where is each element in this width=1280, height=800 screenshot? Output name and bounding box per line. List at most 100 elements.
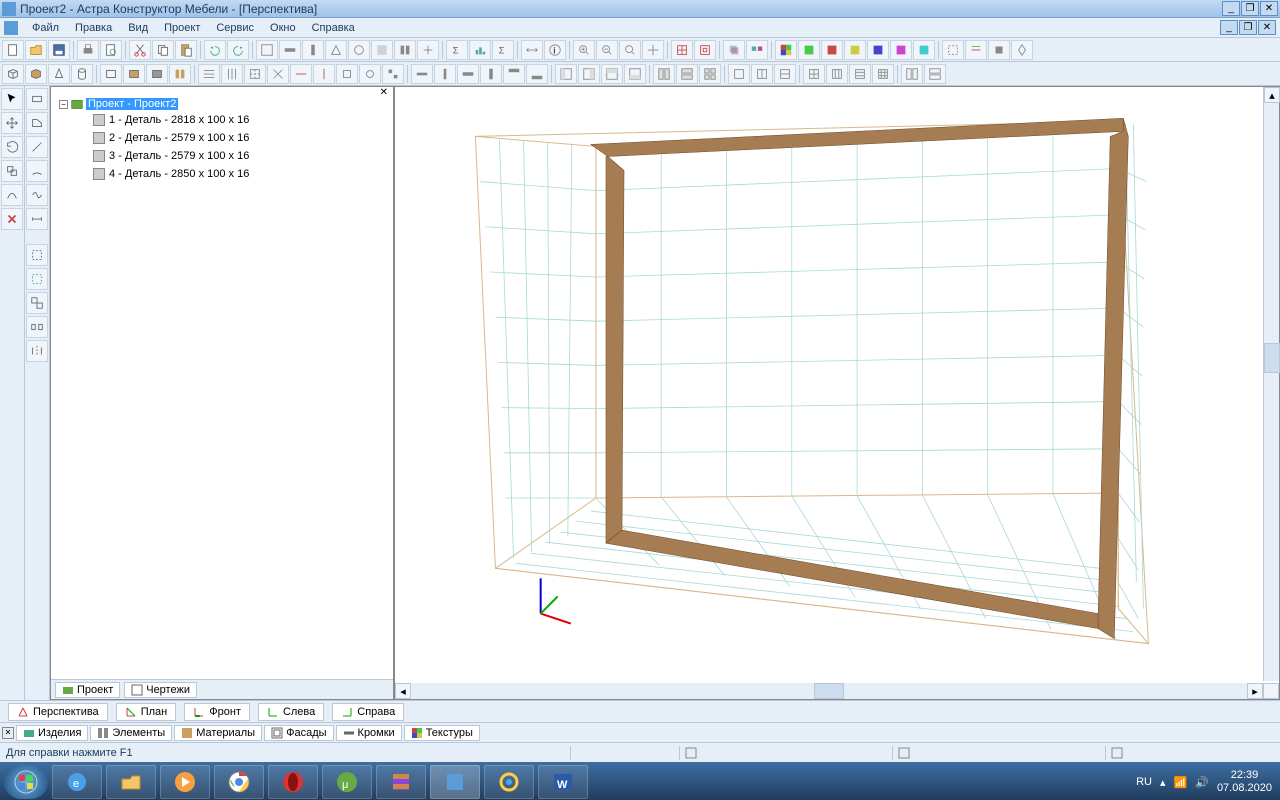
ui-icon[interactable] bbox=[555, 64, 577, 84]
zoom-out-icon[interactable] bbox=[596, 40, 618, 60]
tree-collapse-icon[interactable]: − bbox=[59, 100, 68, 109]
ui-icon[interactable] bbox=[676, 64, 698, 84]
sum-icon[interactable]: Σ bbox=[492, 40, 514, 60]
mirror-icon[interactable] bbox=[26, 340, 48, 362]
scroll-up-icon[interactable]: ▴ bbox=[1264, 87, 1280, 103]
tree-root-label[interactable]: Проект - Проект2 bbox=[86, 98, 178, 110]
print-icon[interactable] bbox=[77, 40, 99, 60]
tree-item[interactable]: 3 - Деталь - 2579 x 100 x 16 bbox=[93, 147, 389, 165]
tray-volume-icon[interactable]: 🔊 bbox=[1195, 776, 1209, 789]
misc-icon[interactable] bbox=[942, 40, 964, 60]
save-icon[interactable] bbox=[48, 40, 70, 60]
panel-icon[interactable] bbox=[146, 64, 168, 84]
panel-icon[interactable] bbox=[123, 64, 145, 84]
menu-edit[interactable]: Правка bbox=[67, 20, 120, 36]
edge-icon[interactable] bbox=[434, 64, 456, 84]
sel-icon[interactable] bbox=[26, 268, 48, 290]
tree-tab-drawings[interactable]: Чертежи bbox=[124, 682, 197, 698]
align-icon[interactable] bbox=[313, 64, 335, 84]
curve2-icon[interactable] bbox=[26, 184, 48, 206]
tool-icon[interactable] bbox=[256, 40, 278, 60]
taskbar-app[interactable] bbox=[484, 765, 534, 799]
align-icon[interactable] bbox=[359, 64, 381, 84]
dim-icon[interactable] bbox=[521, 40, 543, 60]
print-preview-icon[interactable] bbox=[100, 40, 122, 60]
ui-icon[interactable] bbox=[826, 64, 848, 84]
cube-icon[interactable] bbox=[25, 64, 47, 84]
panel-close-icon[interactable]: ✕ bbox=[377, 87, 391, 98]
bottom-tab-facades[interactable]: Фасады bbox=[264, 725, 333, 741]
sel-icon[interactable] bbox=[26, 244, 48, 266]
taskbar-word[interactable]: W bbox=[538, 765, 588, 799]
align-icon[interactable] bbox=[336, 64, 358, 84]
ui-icon[interactable] bbox=[728, 64, 750, 84]
color-icon[interactable] bbox=[821, 40, 843, 60]
zoom-fit-icon[interactable] bbox=[619, 40, 641, 60]
scroll-right-icon[interactable]: ▸ bbox=[1247, 683, 1263, 699]
bottom-tab-materials[interactable]: Материалы bbox=[174, 725, 262, 741]
bottom-tab-edges[interactable]: Кромки bbox=[336, 725, 402, 741]
taskbar-ie[interactable]: e bbox=[52, 765, 102, 799]
vertical-scrollbar[interactable]: ▴ bbox=[1263, 87, 1279, 681]
menu-project[interactable]: Проект bbox=[156, 20, 208, 36]
menu-view[interactable]: Вид bbox=[120, 20, 156, 36]
pan-icon[interactable] bbox=[642, 40, 664, 60]
cylinder-icon[interactable] bbox=[71, 64, 93, 84]
ui-icon[interactable] bbox=[803, 64, 825, 84]
move-icon[interactable] bbox=[1, 112, 23, 134]
tool-icon[interactable] bbox=[279, 40, 301, 60]
bottom-tab-elements[interactable]: Элементы bbox=[90, 725, 172, 741]
edge-icon[interactable] bbox=[503, 64, 525, 84]
tray-network-icon[interactable]: 📶 bbox=[1174, 776, 1188, 789]
language-indicator[interactable]: RU bbox=[1136, 776, 1152, 788]
align-icon[interactable] bbox=[221, 64, 243, 84]
ui-icon[interactable] bbox=[624, 64, 646, 84]
view-tab-front[interactable]: Фронт bbox=[184, 703, 250, 721]
menu-service[interactable]: Сервис bbox=[208, 20, 262, 36]
view-tab-left[interactable]: Слева bbox=[258, 703, 324, 721]
undo-icon[interactable] bbox=[204, 40, 226, 60]
maximize-button[interactable]: ❐ bbox=[1241, 1, 1259, 16]
dim-icon[interactable] bbox=[26, 208, 48, 230]
rotate-icon[interactable] bbox=[1, 136, 23, 158]
mdi-restore-button[interactable]: ❐ bbox=[1239, 20, 1257, 35]
delete-icon[interactable] bbox=[1, 208, 23, 230]
view-tab-right[interactable]: Справа bbox=[332, 703, 404, 721]
horizontal-scrollbar[interactable]: ◂ ▸ bbox=[395, 683, 1279, 699]
curve-icon[interactable] bbox=[1, 184, 23, 206]
tool-icon[interactable] bbox=[348, 40, 370, 60]
calc-icon[interactable]: Σ bbox=[446, 40, 468, 60]
color-icon[interactable] bbox=[890, 40, 912, 60]
ui-icon[interactable] bbox=[924, 64, 946, 84]
tray-flag-icon[interactable]: ▴ bbox=[1160, 776, 1166, 789]
panel-icon[interactable] bbox=[169, 64, 191, 84]
tree-tab-project[interactable]: Проект bbox=[55, 682, 120, 698]
edge-icon[interactable] bbox=[480, 64, 502, 84]
ui-icon[interactable] bbox=[751, 64, 773, 84]
scroll-left-icon[interactable]: ◂ bbox=[395, 683, 411, 699]
tool-icon[interactable] bbox=[394, 40, 416, 60]
taskbar-utorrent[interactable]: μ bbox=[322, 765, 372, 799]
ui-icon[interactable] bbox=[601, 64, 623, 84]
menu-window[interactable]: Окно bbox=[262, 20, 304, 36]
mdi-close-button[interactable]: ✕ bbox=[1258, 20, 1276, 35]
bottom-tab-textures[interactable]: Текстуры bbox=[404, 725, 480, 741]
color-icon[interactable] bbox=[867, 40, 889, 60]
zoom-in-icon[interactable] bbox=[573, 40, 595, 60]
ui-icon[interactable] bbox=[849, 64, 871, 84]
line-icon[interactable] bbox=[26, 136, 48, 158]
tool-icon[interactable] bbox=[417, 40, 439, 60]
taskbar-explorer[interactable] bbox=[106, 765, 156, 799]
taskbar-astra[interactable] bbox=[430, 765, 480, 799]
taskbar-opera[interactable] bbox=[268, 765, 318, 799]
new-icon[interactable] bbox=[2, 40, 24, 60]
tree-item[interactable]: 4 - Деталь - 2850 x 100 x 16 bbox=[93, 165, 389, 183]
cube-icon[interactable] bbox=[2, 64, 24, 84]
align-icon[interactable] bbox=[198, 64, 220, 84]
arc-icon[interactable] bbox=[26, 160, 48, 182]
align-icon[interactable] bbox=[382, 64, 404, 84]
tool-icon[interactable] bbox=[302, 40, 324, 60]
grid-icon[interactable] bbox=[671, 40, 693, 60]
explode-icon[interactable] bbox=[26, 316, 48, 338]
edge-icon[interactable] bbox=[411, 64, 433, 84]
